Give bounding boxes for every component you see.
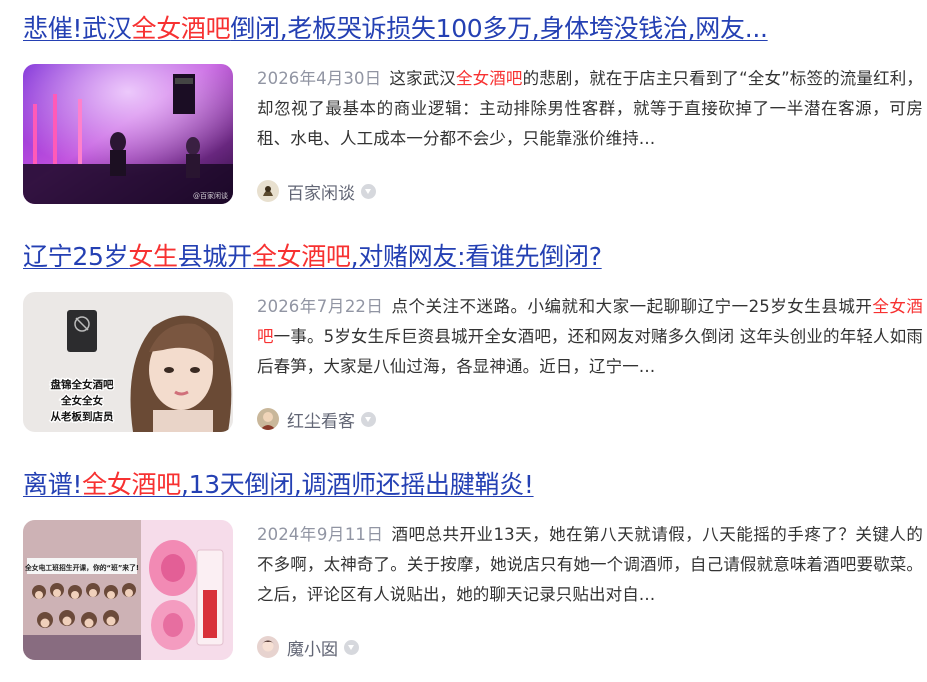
source-avatar	[257, 408, 279, 430]
title-highlight: 女生	[128, 242, 178, 271]
result-title-link[interactable]: 离谱!全女酒吧,13天倒闭,调酒师还摇出腱鞘炎!	[23, 466, 534, 504]
title-highlight: 全女酒吧	[251, 242, 351, 271]
result-source[interactable]: 魔小囡	[257, 634, 359, 660]
title-highlight: 全女酒吧	[131, 14, 231, 43]
thumb-caption-line: 盘锦全女酒吧	[51, 378, 114, 391]
thumb-caption-line: 全女全女	[60, 394, 103, 407]
chevron-down-circle-icon[interactable]	[361, 183, 376, 199]
result-title-link[interactable]: 辽宁25岁女生县城开全女酒吧,对赌网友:看谁先倒闭?	[23, 238, 602, 276]
abstract-part: 点个关注不迷路。小编就和大家一起聊聊辽宁一25岁女生县城开	[391, 297, 873, 316]
abstract-highlight: 全女酒吧	[455, 69, 523, 88]
result-text: 2026年7月22日 点个关注不迷路。小编就和大家一起聊聊辽宁一25岁女生县城开全…	[257, 292, 923, 432]
result-abstract: 2026年4月30日 这家武汉全女酒吧的悲剧，就在于店主只看到了“全女”标签的流量…	[257, 64, 923, 154]
search-result: 悲催!武汉全女酒吧倒闭,老板哭诉损失100多万,身体垮没钱治,网友... @百家…	[23, 10, 923, 204]
result-abstract: 2024年9月11日 酒吧总共开业13天，她在第八天就请假，八天能摇的手疼了？关键…	[257, 520, 923, 610]
chevron-down-circle-icon[interactable]	[344, 639, 359, 655]
search-results: 悲催!武汉全女酒吧倒闭,老板哭诉损失100多万,身体垮没钱治,网友... @百家…	[0, 0, 927, 682]
abstract-part: 一事。5岁女生斥巨资县城开全女酒吧，还和网友对赌多久倒闭 这年头创业的年轻人如雨…	[257, 327, 923, 376]
result-body: 盘锦全女酒吧 全女全女 从老板到店员 2026年7月22日 点个关注不迷路。小编就…	[23, 292, 923, 432]
title-part: 县城开	[177, 242, 252, 271]
thumb-banner-text: 全女电工班招生开课，你的“班”来了!	[24, 563, 139, 572]
source-name: 魔小囡	[287, 639, 338, 660]
result-thumbnail-collage[interactable]: 全女电工班招生开课，你的“班”来了!	[23, 520, 233, 660]
search-result: 离谱!全女酒吧,13天倒闭,调酒师还摇出腱鞘炎! 全女电工班招生开课，你的“班”…	[23, 466, 923, 660]
title-part: 悲催!武汉	[23, 14, 132, 43]
result-abstract: 2026年7月22日 点个关注不迷路。小编就和大家一起聊聊辽宁一25岁女生县城开全…	[257, 292, 923, 382]
result-body: @百家闲谈 2026年4月30日 这家武汉全女酒吧的悲剧，就在于店主只看到了“全女…	[23, 64, 923, 204]
result-date: 2024年9月11日	[257, 525, 384, 544]
source-avatar	[257, 636, 279, 658]
title-part: ,对赌网友:看谁先倒闭?	[350, 242, 602, 271]
result-source[interactable]: 百家闲谈	[257, 178, 376, 204]
result-thumbnail-bar-stage[interactable]: @百家闲谈	[23, 64, 233, 204]
title-part: ,13天倒闭,调酒师还摇出腱鞘炎!	[180, 470, 534, 499]
source-name: 百家闲谈	[287, 183, 355, 204]
result-date: 2026年7月22日	[257, 297, 384, 316]
result-date: 2026年4月30日	[257, 69, 382, 88]
result-body: 全女电工班招生开课，你的“班”来了! 2024年9月11日 酒吧总共开业13天，…	[23, 520, 923, 660]
search-result: 辽宁25岁女生县城开全女酒吧,对赌网友:看谁先倒闭? 盘锦全女酒吧 全女全女 从…	[23, 238, 923, 432]
title-part: 倒闭,老板哭诉损失100多万,身体垮没钱治,网友...	[230, 14, 768, 43]
chevron-down-circle-icon[interactable]	[361, 411, 376, 427]
result-source[interactable]: 红尘看客	[257, 406, 376, 432]
result-text: 2026年4月30日 这家武汉全女酒吧的悲剧，就在于店主只看到了“全女”标签的流量…	[257, 64, 923, 204]
source-name: 红尘看客	[287, 411, 355, 432]
title-highlight: 全女酒吧	[82, 470, 181, 499]
abstract-part: 这家武汉	[389, 69, 456, 88]
result-thumbnail-portrait[interactable]: 盘锦全女酒吧 全女全女 从老板到店员	[23, 292, 233, 432]
title-part: 辽宁25岁	[23, 242, 129, 271]
result-text: 2024年9月11日 酒吧总共开业13天，她在第八天就请假，八天能摇的手疼了？关键…	[257, 520, 923, 660]
title-part: 离谱!	[23, 470, 83, 499]
result-title-link[interactable]: 悲催!武汉全女酒吧倒闭,老板哭诉损失100多万,身体垮没钱治,网友...	[23, 10, 768, 48]
source-avatar	[257, 180, 279, 202]
thumb-caption-line: 从老板到店员	[51, 410, 114, 423]
thumb-watermark: @百家闲谈	[193, 191, 228, 200]
